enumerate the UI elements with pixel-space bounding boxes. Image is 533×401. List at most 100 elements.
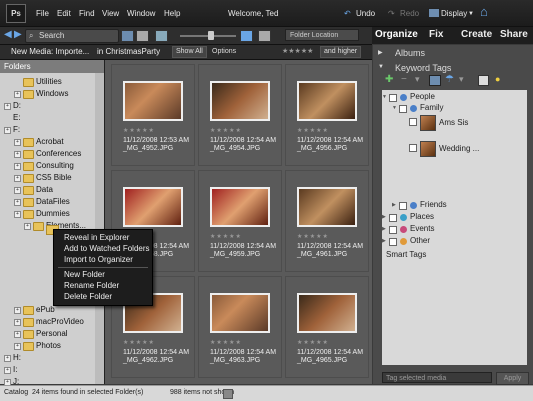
sort-icon[interactable]: [136, 30, 149, 42]
rating-stars[interactable]: ★★★★★: [210, 127, 242, 134]
tree-row[interactable]: + macProVideo: [0, 316, 95, 327]
tag-checkbox[interactable]: [389, 226, 397, 234]
expand-icon[interactable]: +: [14, 199, 21, 206]
places-tag-icon[interactable]: ☂: [445, 74, 454, 85]
apply-button[interactable]: Apply: [496, 372, 529, 385]
tree-row[interactable]: E:: [0, 112, 95, 123]
expand-icon[interactable]: ▼: [392, 103, 397, 113]
catalog-label[interactable]: Catalog: [4, 389, 28, 396]
expand-icon[interactable]: +: [4, 127, 11, 134]
menu-item-new-folder[interactable]: New Folder: [54, 269, 152, 280]
menu-find[interactable]: Find: [79, 9, 95, 18]
expand-icon[interactable]: +: [14, 211, 21, 218]
thumbnail-cell[interactable]: ★★★★★ 11/12/2008 12:54 AM _MG_4956.JPG: [285, 64, 369, 166]
status-icon[interactable]: [223, 389, 233, 399]
menu-file[interactable]: File: [36, 9, 49, 18]
lightbulb-icon[interactable]: ●: [495, 74, 500, 84]
expand-icon[interactable]: +: [14, 151, 21, 158]
tree-row[interactable]: + I:: [0, 364, 95, 375]
expand-icon[interactable]: +: [4, 103, 11, 110]
detail-view-icon[interactable]: [258, 30, 271, 42]
rating-stars[interactable]: ★★★★★: [297, 127, 329, 134]
menu-edit[interactable]: Edit: [57, 9, 71, 18]
menu-item-delete-folder[interactable]: Delete Folder: [54, 291, 152, 302]
albums-header[interactable]: Albums: [395, 48, 425, 58]
expand-icon[interactable]: +: [14, 175, 21, 182]
redo-button[interactable]: Redo: [400, 9, 419, 18]
keyword-tags-header[interactable]: Keyword Tags: [395, 63, 451, 73]
rating-stars[interactable]: ★★★★★: [210, 233, 242, 240]
grid-large-icon[interactable]: [240, 30, 253, 42]
slider-handle[interactable]: [208, 31, 214, 40]
tree-row[interactable]: + DataFiles: [0, 196, 95, 207]
menu-item-add-to-watched-folders[interactable]: Add to Watched Folders: [54, 243, 152, 254]
display-button[interactable]: Display: [441, 9, 467, 18]
display-icon[interactable]: [428, 8, 440, 18]
tree-row[interactable]: + H:: [0, 352, 95, 363]
tab-share[interactable]: Share: [500, 29, 528, 40]
expand-icon[interactable]: +: [14, 307, 21, 314]
tag-checkbox[interactable]: [389, 214, 397, 222]
photo-thumbnail[interactable]: [297, 293, 357, 333]
rating-stars[interactable]: ★★★★★: [210, 339, 242, 346]
smart-tags-header[interactable]: Smart Tags: [386, 250, 426, 260]
tag-checkbox[interactable]: [399, 202, 407, 210]
expand-icon[interactable]: +: [24, 223, 31, 230]
menu-help[interactable]: Help: [164, 9, 180, 18]
photo-thumbnail[interactable]: [123, 81, 183, 121]
forward-arrow-icon[interactable]: ▶: [14, 30, 24, 40]
menu-item-rename-folder[interactable]: Rename Folder: [54, 280, 152, 291]
home-icon[interactable]: ⌂: [480, 5, 493, 18]
rating-stars[interactable]: ★★★★★: [297, 339, 329, 346]
tree-row[interactable]: + Windows: [0, 88, 95, 99]
rating-stars[interactable]: ★★★★★: [123, 339, 155, 346]
back-arrow-icon[interactable]: ◀: [4, 30, 14, 40]
expand-icon[interactable]: ▶: [382, 236, 386, 246]
thumbnail-cell[interactable]: ★★★★★ 11/12/2008 12:54 AM _MG_4961.JPG: [285, 170, 369, 272]
rating-filter-select[interactable]: and higher: [320, 46, 362, 58]
tree-row[interactable]: + CS5 Bible: [0, 172, 95, 183]
tree-row[interactable]: + Consulting: [0, 160, 95, 171]
rating-stars[interactable]: ★★★★★: [123, 127, 155, 134]
chevron-down-icon[interactable]: ▼: [468, 11, 474, 17]
expand-icon[interactable]: ▶: [392, 200, 396, 210]
expand-icon[interactable]: ▼: [382, 92, 387, 102]
tree-row[interactable]: + Personal: [0, 328, 95, 339]
expand-icon[interactable]: +: [14, 139, 21, 146]
photo-thumbnail[interactable]: [210, 81, 270, 121]
calendar-icon[interactable]: [121, 30, 134, 42]
expand-icon[interactable]: +: [4, 367, 11, 374]
add-tag-icon[interactable]: ✚: [385, 74, 393, 85]
tag-checkbox[interactable]: [409, 118, 417, 126]
remove-tag-icon[interactable]: −: [401, 74, 407, 85]
thumbnail-cell[interactable]: ★★★★★ 11/12/2008 12:53 AM _MG_4952.JPG: [111, 64, 195, 166]
expand-icon[interactable]: +: [14, 163, 21, 170]
menu-view[interactable]: View: [102, 9, 119, 18]
menu-item-reveal-in-explorer[interactable]: Reveal in Explorer: [54, 232, 152, 243]
photo-thumbnail[interactable]: [297, 187, 357, 227]
rating-stars[interactable]: ★★★★★: [279, 47, 316, 57]
view-mode-select[interactable]: Folder Location: [285, 29, 359, 41]
thumbnail-cell[interactable]: ★★★★★ 11/12/2008 12:54 AM _MG_4959.JPG: [198, 170, 282, 272]
expand-icon[interactable]: +: [4, 355, 11, 362]
tree-row[interactable]: + D:: [0, 100, 95, 111]
tag-checkbox[interactable]: [389, 94, 397, 102]
redo-icon[interactable]: ↷: [388, 9, 395, 18]
thumbnail-cell[interactable]: ★★★★★ 11/12/2008 12:54 AM _MG_4963.JPG: [198, 276, 282, 378]
tree-row[interactable]: + Dummies: [0, 208, 95, 219]
undo-icon[interactable]: ↶: [344, 9, 351, 18]
options-button[interactable]: Options: [208, 46, 240, 58]
tree-row[interactable]: + F:: [0, 124, 95, 135]
tag-view-icon[interactable]: [478, 75, 489, 86]
tree-row[interactable]: + Conferences: [0, 148, 95, 159]
tree-row[interactable]: Utilities: [0, 76, 95, 87]
expand-icon[interactable]: ▶: [382, 212, 386, 222]
expand-icon[interactable]: +: [14, 331, 21, 338]
menu-window[interactable]: Window: [127, 9, 155, 18]
tab-create[interactable]: Create: [461, 29, 492, 40]
tree-row[interactable]: + Acrobat: [0, 136, 95, 147]
expand-icon[interactable]: ▶: [382, 224, 386, 234]
expand-icon[interactable]: +: [14, 319, 21, 326]
tree-row[interactable]: + Photos: [0, 340, 95, 351]
tag-checkbox[interactable]: [399, 105, 407, 113]
